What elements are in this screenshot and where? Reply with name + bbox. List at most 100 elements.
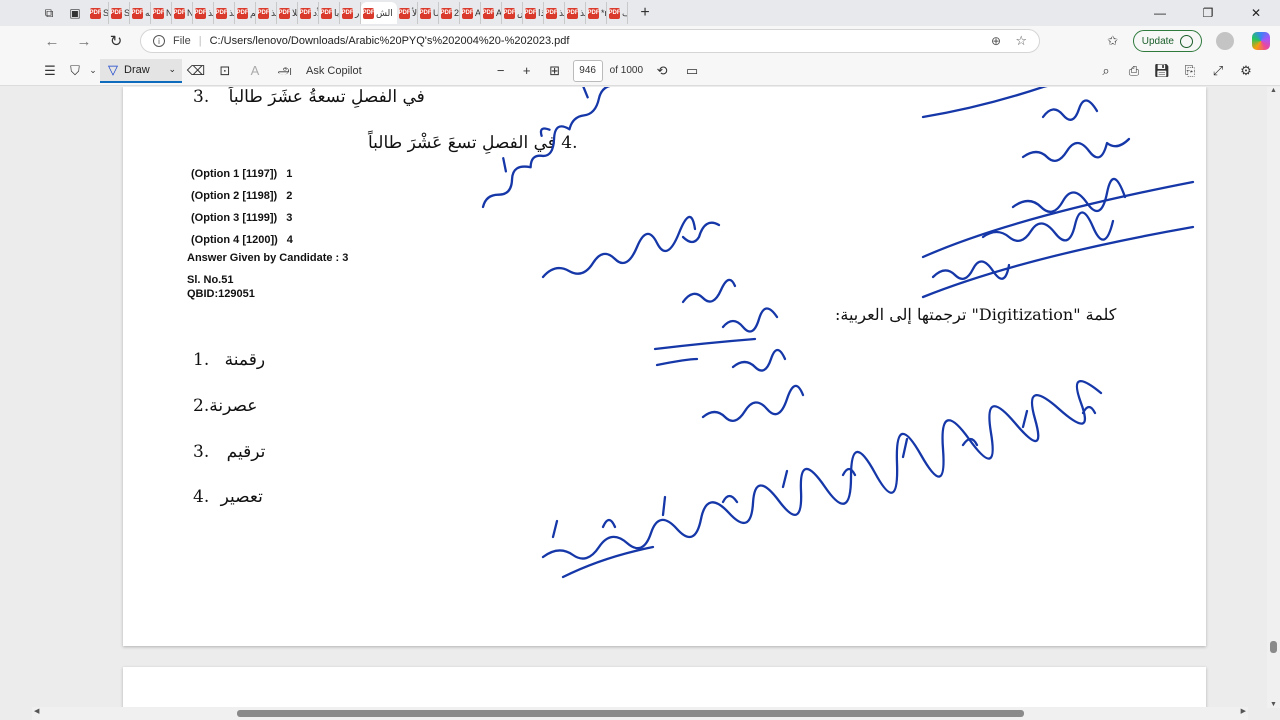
refresh-icon[interactable]: ↻ [100, 26, 132, 56]
tab[interactable]: PDFAB [460, 2, 481, 24]
tab[interactable]: PDF27 [439, 2, 460, 24]
ink-annotations[interactable] [123, 87, 1206, 646]
page-number-input[interactable]: 946 [572, 59, 603, 82]
tab[interactable]: PDFأعلا [277, 2, 298, 24]
tab[interactable]: PDFأحذ [193, 2, 214, 24]
draw-button[interactable]: ▽ Draw ⌄ [100, 58, 182, 83]
fullscreen-icon[interactable]: ⤢ [1204, 56, 1232, 86]
pdf-file-icon: PDF [588, 7, 600, 19]
tab[interactable]: PDFأدبا [319, 2, 340, 24]
scroll-down-arrow-icon[interactable]: ▼ [1267, 701, 1280, 708]
new-tab-button[interactable]: + [634, 4, 656, 22]
vertical-scroll-thumb[interactable] [1270, 641, 1277, 653]
translate-icon[interactable]: அ [270, 56, 300, 86]
tab-strip: ⧉ ▣ PDFSTEPDFSTEPDFالفهPDFNT/PDFNT/PDFأح… [0, 0, 1280, 26]
tab[interactable]: PDFالذ [256, 2, 277, 24]
rotate-icon[interactable]: ⟲ [647, 56, 677, 86]
close-window-icon[interactable]: ✕ [1232, 0, 1280, 26]
minimize-icon[interactable]: — [1136, 0, 1184, 26]
profile-avatar[interactable] [1216, 32, 1234, 50]
zoom-in-icon[interactable]: + [514, 56, 540, 86]
print-icon[interactable]: ⎙ [1120, 56, 1148, 86]
page-number-box: 946 [570, 56, 606, 86]
pdf-file-icon: PDF [420, 7, 432, 19]
update-label: Update [1141, 35, 1174, 47]
favorites-icon[interactable]: ✩ [1099, 26, 1127, 56]
pdf-viewer[interactable]: 3. في الفصلِ تسعةُ عشَرَ طالباً في الفصل… [0, 87, 1280, 720]
tab[interactable]: PDFالف [607, 2, 628, 24]
tab-active[interactable]: PDFالش✕ [361, 2, 397, 24]
restore-icon[interactable]: ❐ [1184, 0, 1232, 26]
tab[interactable]: PDFالذ [214, 2, 235, 24]
url-text[interactable]: C:/Users/lenovo/Downloads/Arabic%20PYQ's… [210, 35, 570, 47]
scroll-left-arrow-icon[interactable]: ◀ [34, 707, 39, 715]
save-as-icon[interactable]: ⎘ [1176, 56, 1204, 86]
pdf-file-icon: PDF [546, 7, 558, 19]
tab[interactable]: PDF*m [586, 2, 607, 24]
update-button[interactable]: Update [1132, 30, 1202, 52]
vertical-tabs-icon[interactable]: ▣ [62, 0, 88, 26]
pdf-file-icon: PDF [342, 7, 354, 19]
tab[interactable]: PDFمذا [523, 2, 544, 24]
pdf-file-icon: PDF [153, 7, 165, 19]
highlight-dropdown-icon[interactable]: ⌄ [86, 56, 100, 86]
pdf-file-icon: PDF [483, 7, 495, 19]
ask-copilot-button[interactable]: Ask Copilot [300, 56, 368, 86]
pdf-file-icon: PDF [258, 7, 270, 19]
save-icon[interactable]: 💾︎ [1148, 56, 1176, 86]
ink-right-column [921, 87, 1195, 299]
tab[interactable]: PDFالأ [397, 2, 418, 24]
window-controls: — ❐ ✕ [1136, 0, 1280, 26]
pdf-file-icon: PDF [216, 7, 228, 19]
text-box-icon[interactable]: ⊡ [210, 56, 240, 86]
url-input[interactable]: i File | C:/Users/lenovo/Downloads/Arabi… [140, 29, 1040, 53]
url-separator: | [198, 35, 202, 47]
pdf-toolbar: ☰ ⛉ ⌄ ▽ Draw ⌄ ⌫ ⊡ A அ Ask Copilot − + ⊞… [0, 56, 1280, 86]
tab[interactable]: PDFSTE [109, 2, 130, 24]
tab[interactable]: PDFالش [502, 2, 523, 24]
contents-icon[interactable]: ☰ [36, 56, 64, 86]
pdf-file-icon: PDF [132, 7, 144, 19]
pdf-file-icon: PDF [399, 7, 411, 19]
settings-gear-icon[interactable]: ⚙ [1232, 56, 1260, 86]
url-scheme-label: File [173, 35, 191, 47]
highlight-icon[interactable]: ⛉ [64, 56, 86, 86]
page-total-label: of 1000 [609, 65, 644, 76]
workspaces-icon[interactable]: ⧉ [36, 0, 62, 26]
tab[interactable]: PDFAra [481, 2, 502, 24]
tab[interactable]: PDFالدر [340, 2, 361, 24]
tab[interactable]: PDFSTE [88, 2, 109, 24]
page-view-icon[interactable]: ▭ [677, 56, 707, 86]
forward-icon[interactable]: → [68, 26, 100, 56]
copilot-icon[interactable] [1252, 32, 1270, 50]
pdf-file-icon: PDF [195, 7, 207, 19]
back-icon[interactable]: ← [36, 26, 68, 56]
info-icon[interactable]: i [153, 35, 165, 47]
pdf-file-icon: PDF [525, 7, 537, 19]
tab[interactable]: PDFالذ [544, 2, 565, 24]
scroll-up-arrow-icon[interactable]: ▲ [1267, 87, 1280, 94]
tab[interactable]: PDFالم [235, 2, 256, 24]
tab[interactable]: PDFUG [418, 2, 439, 24]
tab[interactable]: PDFNT/ [172, 2, 193, 24]
horizontal-scrollbar[interactable]: ◀ ▶ [32, 707, 1248, 720]
read-aloud-icon[interactable]: A [240, 56, 270, 86]
favorite-star-icon[interactable]: ☆ [1015, 33, 1027, 49]
zoom-icon[interactable]: ⊕ [991, 34, 1001, 48]
ink-phrase-1 [481, 87, 675, 209]
pdf-file-icon: PDF [90, 7, 102, 19]
tab[interactable]: PDFNT/ [151, 2, 172, 24]
draw-dropdown-icon[interactable]: ⌄ [168, 64, 176, 75]
tab[interactable]: PDFالذ [565, 2, 586, 24]
zoom-out-icon[interactable]: − [488, 56, 514, 86]
tab-label: الف [622, 8, 627, 19]
tab[interactable]: PDFالأد [298, 2, 319, 24]
search-icon[interactable]: ⌕ [1092, 56, 1120, 86]
horizontal-scroll-thumb[interactable] [237, 710, 1024, 717]
eraser-icon[interactable]: ⌫ [182, 56, 210, 86]
pdf-file-icon: PDF [237, 7, 249, 19]
scroll-right-arrow-icon[interactable]: ▶ [1241, 707, 1246, 715]
vertical-scrollbar[interactable]: ▲ ▼ [1267, 87, 1280, 708]
tab[interactable]: PDFالفه [130, 2, 151, 24]
fit-page-icon[interactable]: ⊞ [540, 56, 570, 86]
